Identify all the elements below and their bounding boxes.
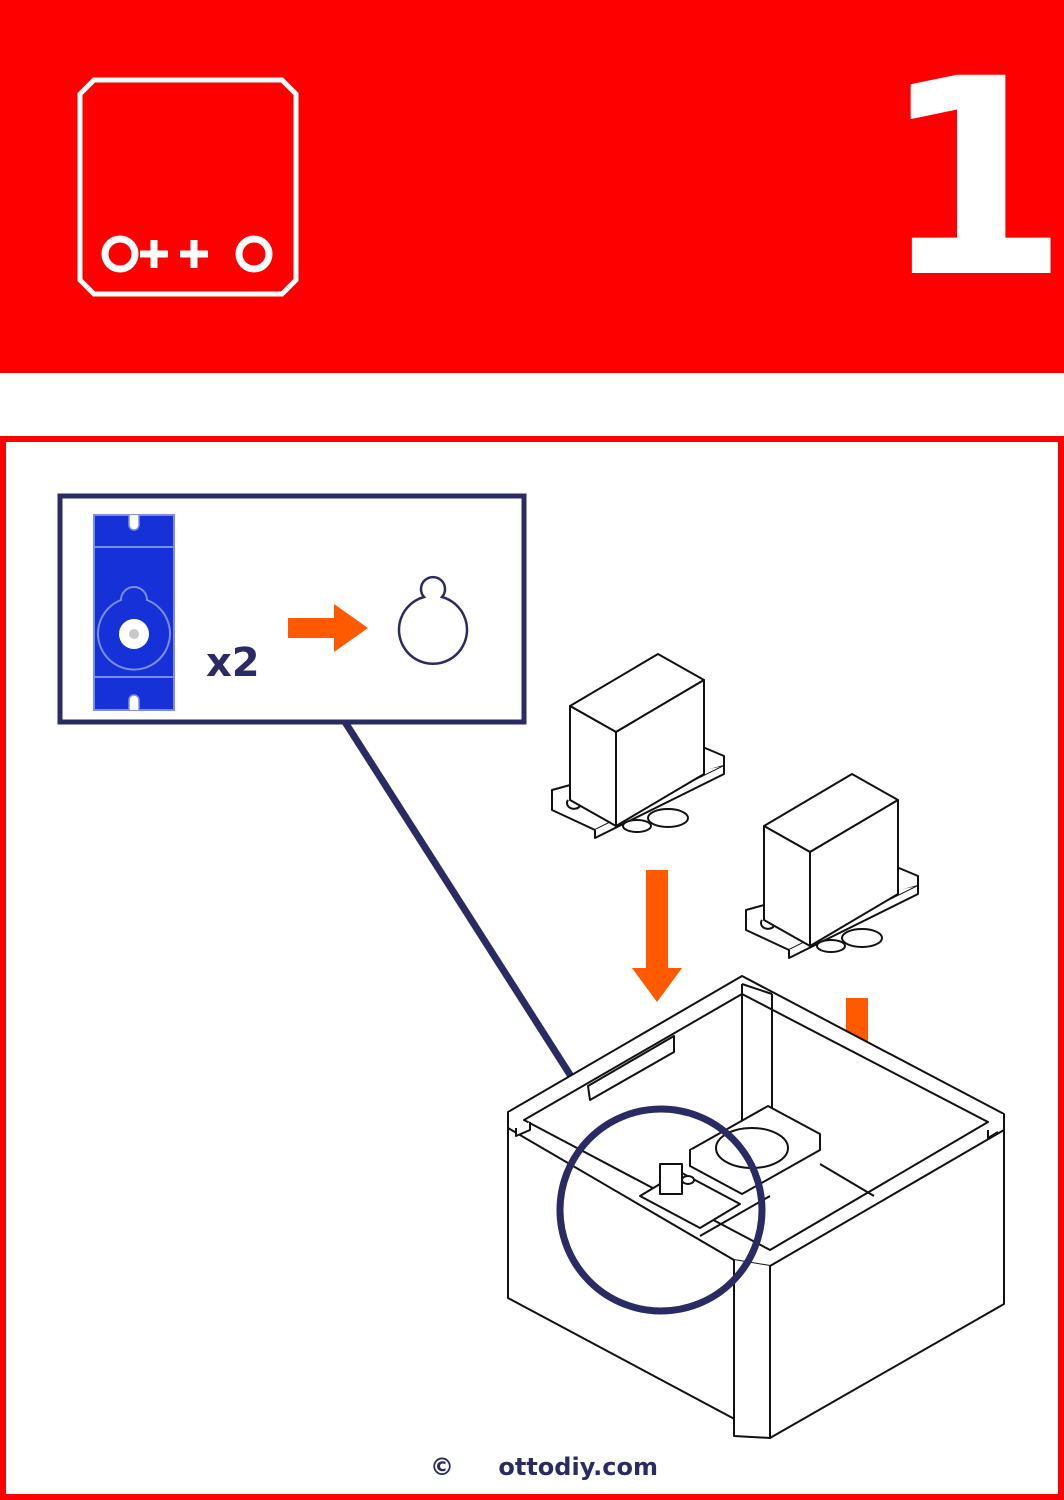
servo-motor-1 [551, 653, 725, 839]
callout-connector [342, 720, 607, 1130]
servo-motor-2 [745, 773, 919, 959]
copyright-symbol: © [430, 1453, 454, 1481]
footer: © ottodiy.com [430, 1452, 658, 1486]
arrow-down-icon [632, 870, 682, 1002]
servo-icon [93, 514, 175, 711]
website-link[interactable]: ottodiy.com [498, 1453, 658, 1481]
quantity-label: x2 [206, 640, 260, 686]
assembly-illustration [57, 493, 1005, 1439]
body-box [507, 975, 1005, 1439]
